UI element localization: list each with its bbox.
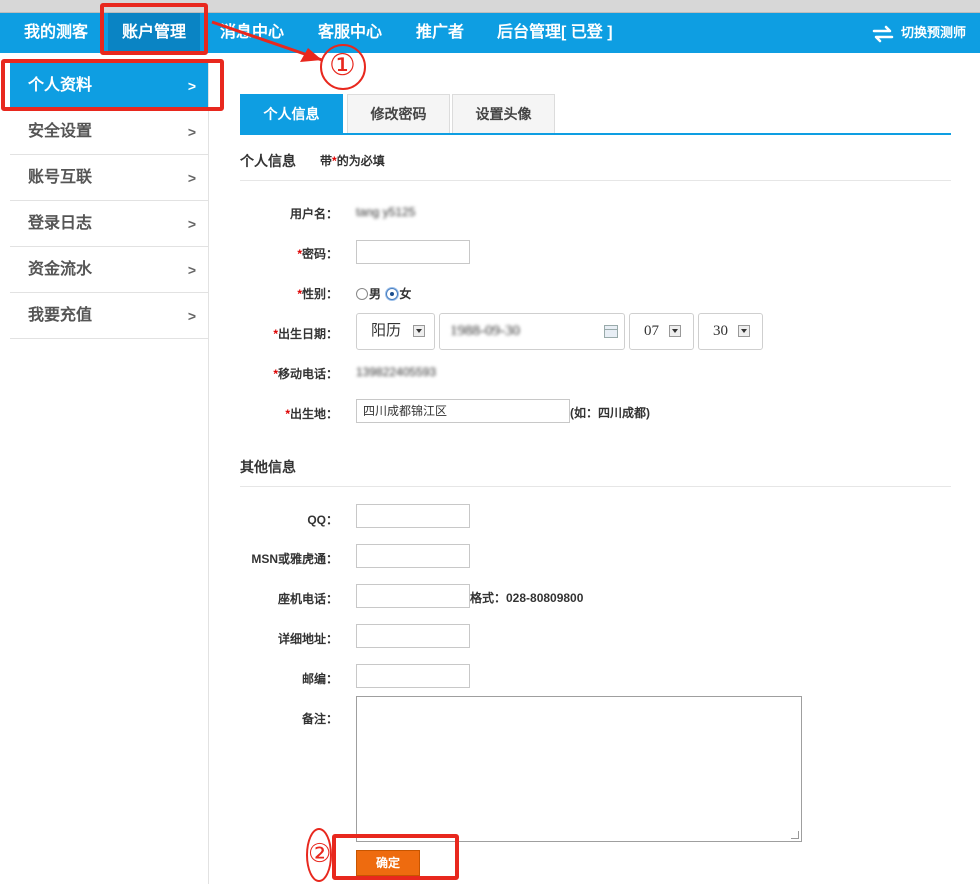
annotation-number-2: ②: [308, 839, 332, 869]
annotation-number-1: ①: [329, 48, 356, 83]
annotation-arrow-icon: [211, 20, 323, 62]
